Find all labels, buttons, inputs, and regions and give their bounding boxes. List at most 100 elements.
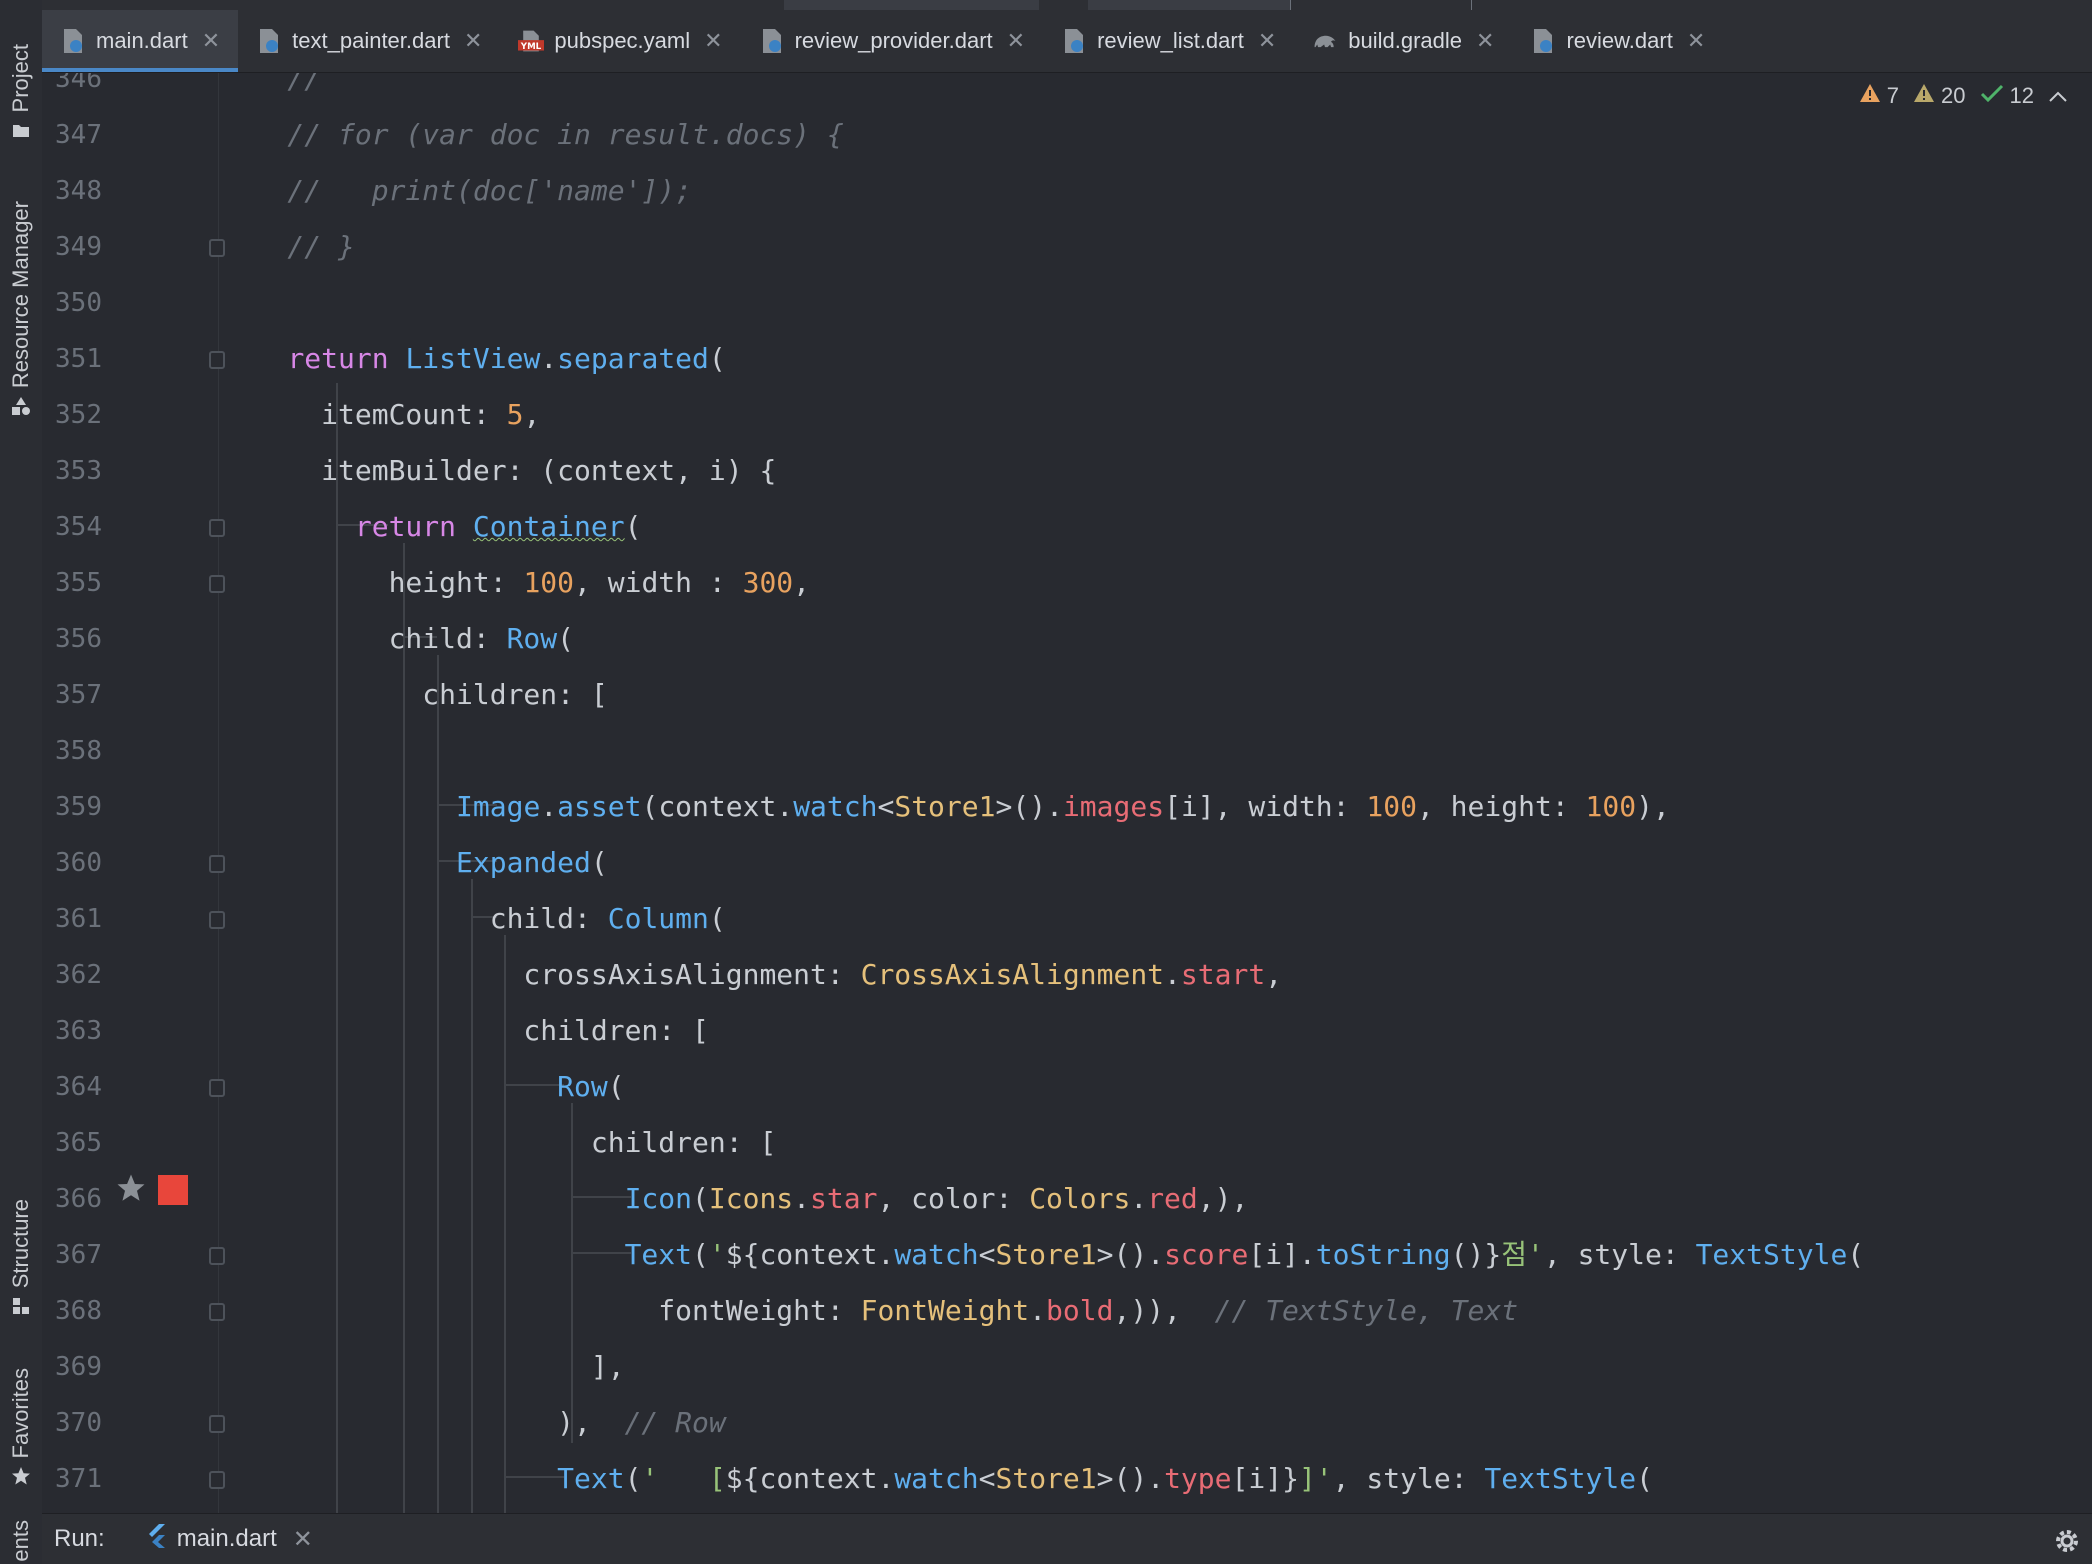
favorites-tool-button[interactable]: Favorites <box>0 1356 42 1486</box>
tab-label: review.dart <box>1566 28 1673 53</box>
gutter-separator <box>218 73 219 1514</box>
code-line[interactable]: children: [ <box>220 1003 2092 1059</box>
editor-gutter[interactable]: 346 347 348 349 350 351 352 353 354 355 … <box>42 73 225 1514</box>
code-line[interactable]: Text(' [${context.watch<Store1>().type[i… <box>220 1451 2092 1507</box>
line-number: 364 <box>55 1072 102 1102</box>
tab-review-provider-dart[interactable]: review_provider.dart ✕ <box>741 10 1044 72</box>
project-tool-button[interactable]: Project <box>0 20 42 140</box>
code-line[interactable]: ], <box>220 1339 2092 1395</box>
code-line[interactable]: // for (var doc in result.docs) { <box>220 107 2092 163</box>
run-tool-bar: Run: main.dart ✕ <box>42 1513 2092 1564</box>
code-line[interactable]: // <box>220 73 2092 107</box>
resource-manager-tool-button[interactable]: Resource Manager <box>0 188 42 416</box>
code-line[interactable]: crossAxisAlignment: CrossAxisAlignment.s… <box>220 947 2092 1003</box>
line-number: 366 <box>55 1184 102 1214</box>
dart-file-icon <box>60 28 86 54</box>
inspection-widget[interactable]: 7 20 12 <box>1859 83 2068 109</box>
code-line[interactable] <box>220 723 2092 779</box>
tab-text-painter-dart[interactable]: text_painter.dart ✕ <box>238 10 500 72</box>
line-number: 363 <box>55 1016 102 1046</box>
checkmark-icon <box>1980 83 2004 109</box>
line-number: 352 <box>55 400 102 430</box>
code-line[interactable] <box>220 275 2092 331</box>
dart-file-icon <box>1061 28 1087 54</box>
close-icon[interactable]: ✕ <box>1258 28 1276 54</box>
tab-pubspec-yaml[interactable]: YML pubspec.yaml ✕ <box>500 10 740 72</box>
chevron-up-icon[interactable] <box>2048 83 2068 109</box>
code-editor[interactable]: 346 347 348 349 350 351 352 353 354 355 … <box>42 73 2092 1514</box>
tab-review-dart[interactable]: review.dart ✕ <box>1512 10 1723 72</box>
close-icon[interactable]: ✕ <box>1007 28 1025 54</box>
structure-icon <box>11 1296 31 1316</box>
code-line[interactable]: return ListView.separated( <box>220 331 2092 387</box>
warning-count[interactable]: 20 <box>1913 83 1966 109</box>
bookmark-star-icon[interactable] <box>116 1173 146 1208</box>
code-line[interactable]: Expanded( <box>220 835 2092 891</box>
code-area[interactable]: // // for (var doc in result.docs) { // … <box>220 73 2092 1514</box>
close-icon[interactable]: ✕ <box>1476 28 1494 54</box>
tab-label: pubspec.yaml <box>554 28 691 53</box>
tab-main-dart[interactable]: main.dart ✕ <box>42 10 239 72</box>
line-number: 350 <box>55 288 102 318</box>
line-number: 357 <box>55 680 102 710</box>
code-line[interactable]: itemBuilder: (context, i) { <box>220 443 2092 499</box>
code-line[interactable]: Row( <box>220 1059 2092 1115</box>
dart-file-icon <box>256 28 282 54</box>
tab-label: build.gradle <box>1348 28 1463 53</box>
code-line[interactable]: ), // Row <box>220 1395 2092 1451</box>
typo-count-value: 12 <box>2009 83 2034 108</box>
code-line[interactable]: Text('${context.watch<Store1>().score[i]… <box>220 1227 2092 1283</box>
tab-review-list-dart[interactable]: review_list.dart ✕ <box>1043 10 1294 72</box>
code-line[interactable]: height: 100, width : 300, <box>220 555 2092 611</box>
code-line[interactable]: return Container( <box>220 499 2092 555</box>
line-number: 346 <box>55 73 102 94</box>
run-label: Run: <box>54 1525 105 1552</box>
dart-file-icon <box>1530 28 1556 54</box>
code-line[interactable]: child: Row( <box>220 611 2092 667</box>
line-number: 371 <box>55 1464 102 1494</box>
code-line[interactable]: fontWeight: FontWeight.bold,)), // TextS… <box>220 1283 2092 1339</box>
weak-warning-triangle-icon <box>1913 83 1935 109</box>
editor-tab-bar: main.dart ✕ text_painter.dart ✕ YML pubs… <box>42 10 2092 73</box>
breakpoint-icon[interactable] <box>158 1175 188 1205</box>
typo-count[interactable]: 12 <box>1980 83 2034 109</box>
code-line[interactable]: Image.asset(context.watch<Store1>().imag… <box>220 779 2092 835</box>
code-line[interactable]: itemCount: 5, <box>220 387 2092 443</box>
close-icon[interactable]: ✕ <box>1687 28 1705 54</box>
code-line[interactable]: // print(doc['name']); <box>220 163 2092 219</box>
code-line[interactable]: // } <box>220 219 2092 275</box>
close-icon[interactable]: ✕ <box>202 28 220 54</box>
gear-icon[interactable] <box>2052 1526 2082 1556</box>
toolbar-segment <box>784 0 1039 10</box>
close-icon[interactable]: ✕ <box>464 28 482 54</box>
close-icon[interactable]: ✕ <box>704 28 722 54</box>
line-number: 358 <box>55 736 102 766</box>
gradle-elephant-icon <box>1312 28 1338 54</box>
line-number: 359 <box>55 792 102 822</box>
tab-label: text_painter.dart <box>292 28 450 53</box>
line-number: 367 <box>55 1240 102 1270</box>
structure-tool-button[interactable]: Structure <box>0 1186 42 1316</box>
code-line[interactable]: children: [ <box>220 1115 2092 1171</box>
code-line[interactable]: Icon(Icons.star, color: Colors.red,), <box>220 1171 2092 1227</box>
code-line[interactable]: child: Column( <box>220 891 2092 947</box>
events-label: ents <box>8 1520 33 1562</box>
error-count[interactable]: 7 <box>1859 83 1899 109</box>
line-number: 360 <box>55 848 102 878</box>
dart-file-icon <box>759 28 785 54</box>
tab-label: main.dart <box>96 28 188 53</box>
code-line[interactable]: children: [ <box>220 667 2092 723</box>
toolbar-strip <box>42 0 2092 11</box>
run-tab-main-dart[interactable]: main.dart ✕ <box>145 1523 313 1556</box>
close-icon[interactable]: ✕ <box>293 1525 313 1554</box>
resource-manager-label: Resource Manager <box>8 200 33 388</box>
error-count-value: 7 <box>1886 83 1900 108</box>
line-number: 349 <box>55 232 102 262</box>
events-tool-button[interactable]: ents <box>0 1520 42 1564</box>
favorites-label: Favorites <box>8 1367 33 1458</box>
line-number: 347 <box>55 120 102 150</box>
project-label: Project <box>8 43 33 112</box>
tab-build-gradle[interactable]: build.gradle ✕ <box>1294 10 1512 72</box>
tab-label: review_provider.dart <box>794 28 993 53</box>
line-number: 351 <box>55 344 102 374</box>
